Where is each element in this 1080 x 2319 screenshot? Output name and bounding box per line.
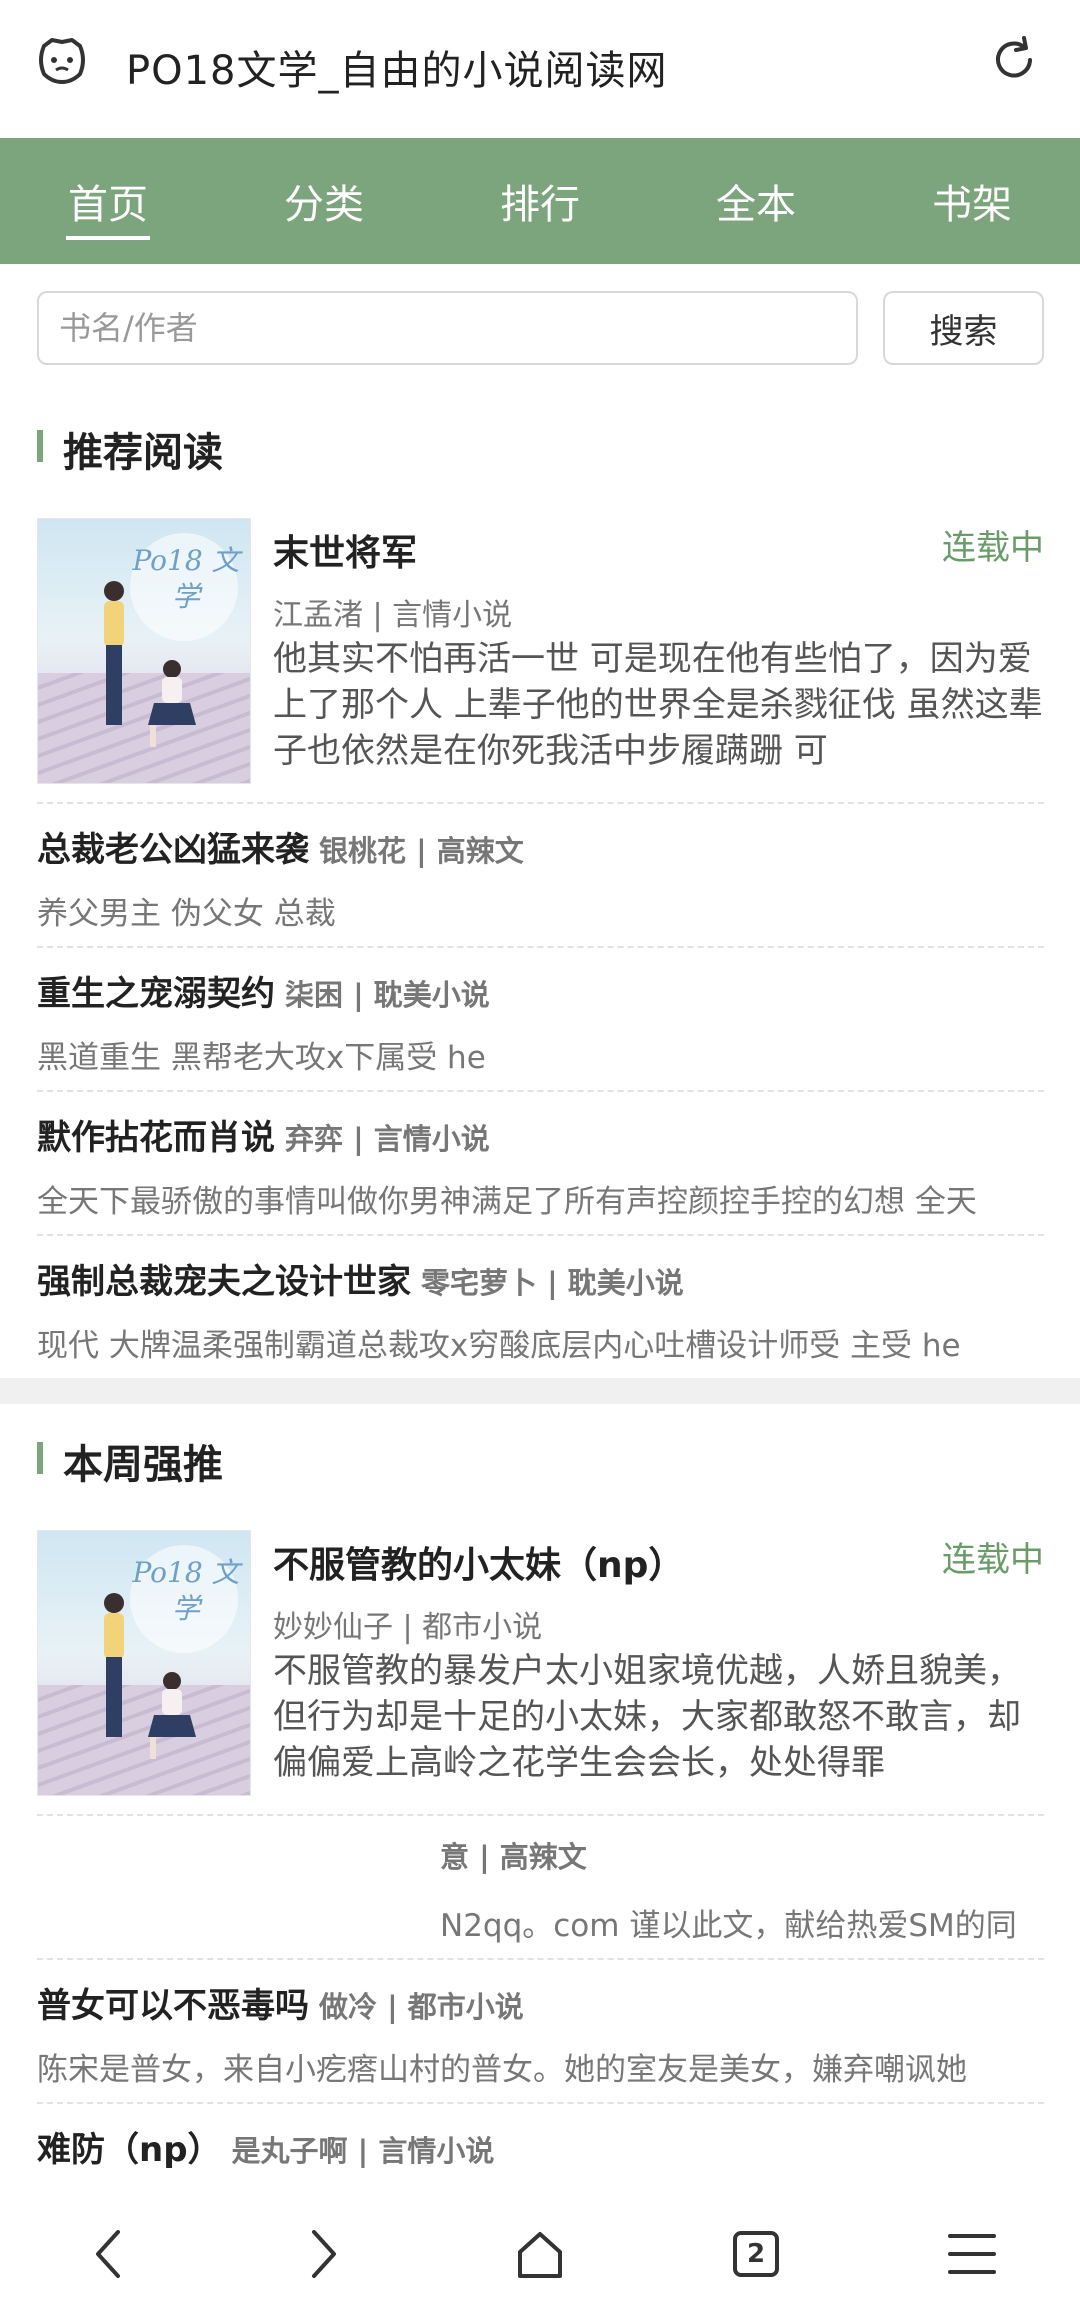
page-title[interactable]: PO18文学_自由的小说阅读网 <box>126 38 668 96</box>
forward-button[interactable] <box>284 2214 364 2294</box>
book-cover[interactable]: Po18 文学 <box>37 1530 251 1796</box>
tab-count-badge: 2 <box>733 2230 779 2277</box>
status-badge: 连载中 <box>942 1540 1044 1580</box>
menu-icon <box>948 2233 996 2274</box>
browser-top-bar: PO18文学_自由的小说阅读网 <box>0 0 1080 138</box>
tabs-button[interactable]: 2 <box>716 2214 796 2294</box>
book-info: 柒困 | 耽美小说 <box>285 978 490 1012</box>
book-name[interactable]: 难防（np） <box>37 2130 222 2170</box>
browser-bottom-bar: 2 <box>0 2188 1080 2319</box>
main-nav: 首页 分类 排行 全本 书架 <box>0 138 1080 264</box>
chevron-right-icon <box>312 2229 336 2278</box>
cover-logo-text: Po18 文学 <box>132 544 240 613</box>
refresh-icon[interactable] <box>986 32 1042 88</box>
book-title[interactable]: 不服管教的小太妹（np） <box>273 1536 684 1588</box>
menu-button[interactable] <box>932 2214 1012 2294</box>
section-title-recommended: 推荐阅读 <box>37 420 223 478</box>
book-description: 不服管教的暴发户太小姐家境优越，人娇且貌美，但行为却是十足的小太妹，大家都敢怒不… <box>273 1651 1021 1783</box>
tab-home[interactable]: 首页 <box>0 138 216 264</box>
book-name[interactable]: 重生之宠溺契约 <box>37 974 275 1014</box>
book-info: 做冷 | 都市小说 <box>319 1990 524 2024</box>
section-title-weekly: 本周强推 <box>37 1432 223 1490</box>
featured-book[interactable]: Po18 文学 末世将军 连载中 江孟渚 | 言情小说 他其实不怕再活一世 可是… <box>37 518 1044 784</box>
cover-figure-girl <box>148 1672 196 1759</box>
list-item[interactable]: 强制总裁宠夫之设计世家 零宅萝卜 | 耽美小说 现代 大牌温柔强制霸道总裁攻x穷酸… <box>37 1234 1044 1378</box>
chevron-left-icon <box>96 2229 120 2278</box>
book-info: 银桃花 | 高辣文 <box>319 834 524 868</box>
book-summary: 全天下最骄傲的事情叫做你男神满足了所有声控颜控手控的幻想 全天 <box>37 1184 977 1220</box>
cover-figure-boy <box>104 581 124 725</box>
cover-logo-text: Po18 文学 <box>132 1556 240 1625</box>
book-info: 意 | 高辣文 <box>440 1840 587 1874</box>
book-cover[interactable]: Po18 文学 <box>37 518 251 784</box>
page: PO18文学_自由的小说阅读网 首页 分类 排行 全本 书架 搜索 推荐阅读 P… <box>0 0 1080 2319</box>
book-summary: 养父男主 伪父女 总裁 <box>37 896 336 932</box>
book-info: 弃弈 | 言情小说 <box>285 1122 490 1156</box>
list-item[interactable]: 意 | 高辣文 N2qq。com 谨以此文，献给热爱SM的同 <box>37 1814 1044 1958</box>
search-button[interactable]: 搜索 <box>883 291 1044 365</box>
list-item[interactable]: 重生之宠溺契约 柒困 | 耽美小说 黑道重生 黑帮老大攻x下属受 he <box>37 946 1044 1090</box>
book-meta: 江孟渚 | 言情小说 <box>273 598 513 633</box>
book-info: 是丸子啊 | 言情小说 <box>231 2134 495 2168</box>
tab-ranking[interactable]: 排行 <box>432 138 648 264</box>
book-summary: 黑道重生 黑帮老大攻x下属受 he <box>37 1040 486 1076</box>
cover-figure-girl <box>148 660 196 747</box>
list-item[interactable]: 总裁老公凶猛来袭 银桃花 | 高辣文 养父男主 伪父女 总裁 <box>37 802 1044 946</box>
home-icon <box>518 2231 562 2278</box>
section-divider <box>0 1378 1080 1404</box>
book-name[interactable]: 默作拈花而肖说 <box>37 1118 275 1158</box>
book-summary: 陈宋是普女，来自小疙瘩山村的普女。她的室友是美女，嫌弃嘲讽她 <box>37 2052 967 2088</box>
section-title-text: 本周强推 <box>63 1442 223 1488</box>
back-button[interactable] <box>68 2214 148 2294</box>
tab-category[interactable]: 分类 <box>216 138 432 264</box>
book-name[interactable]: 强制总裁宠夫之设计世家 <box>37 1262 411 1302</box>
search-input[interactable] <box>37 291 858 365</box>
book-summary: 现代 大牌温柔强制霸道总裁攻x穷酸底层内心吐槽设计师受 主受 he <box>37 1328 961 1364</box>
book-summary: N2qq。com 谨以此文，献给热爱SM的同 <box>440 1908 1017 1944</box>
featured-book[interactable]: Po18 文学 不服管教的小太妹（np） 连载中 妙妙仙子 | 都市小说 不服管… <box>37 1530 1044 1796</box>
book-info: 零宅萝卜 | 耽美小说 <box>421 1266 684 1300</box>
section-accent-bar <box>37 1442 43 1474</box>
tab-bookshelf[interactable]: 书架 <box>864 138 1080 264</box>
book-meta: 妙妙仙子 | 都市小说 <box>273 1610 543 1645</box>
section-accent-bar <box>37 430 43 462</box>
tab-completed[interactable]: 全本 <box>648 138 864 264</box>
site-icon[interactable] <box>34 32 90 88</box>
book-name[interactable]: 总裁老公凶猛来袭 <box>37 830 309 870</box>
book-title[interactable]: 末世将军 <box>273 524 417 576</box>
book-name[interactable]: 普女可以不恶毒吗 <box>37 1986 309 2026</box>
cover-figure-boy <box>104 1593 124 1737</box>
list-item[interactable]: 普女可以不恶毒吗 做冷 | 都市小说 陈宋是普女，来自小疙瘩山村的普女。她的室友是… <box>37 1958 1044 2102</box>
status-badge: 连载中 <box>942 528 1044 568</box>
section-title-text: 推荐阅读 <box>63 430 223 476</box>
list-item[interactable]: 默作拈花而肖说 弃弈 | 言情小说 全天下最骄傲的事情叫做你男神满足了所有声控颜控… <box>37 1090 1044 1234</box>
book-description: 他其实不怕再活一世 可是现在他有些怕了，因为爱上了那个人 上辈子他的世界全是杀戮… <box>273 639 1043 771</box>
home-button[interactable] <box>500 2214 580 2294</box>
